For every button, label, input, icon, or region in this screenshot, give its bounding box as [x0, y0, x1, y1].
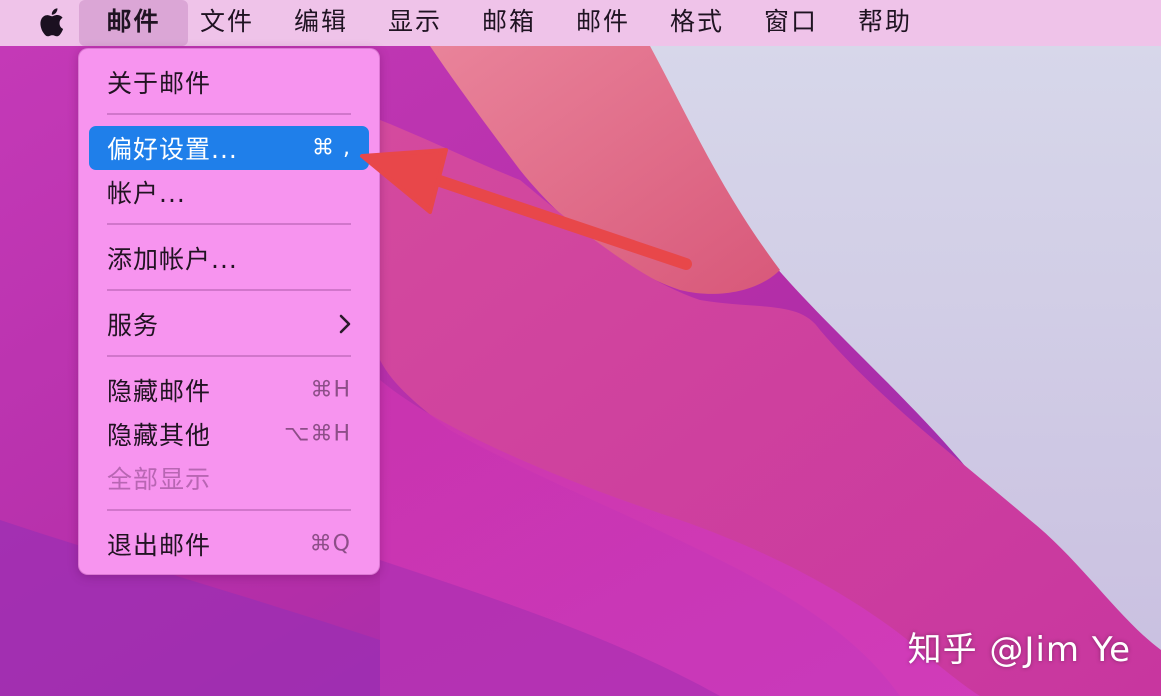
menubar-mailbox[interactable]: 邮箱: [482, 0, 536, 46]
watermark: 知乎 @Jim Ye: [907, 630, 1131, 670]
menu-item-services[interactable]: 服务: [89, 302, 369, 346]
chevron-right-icon: [339, 314, 351, 334]
menu-item-label: 帐户...: [107, 179, 186, 208]
menu-item-label: 隐藏其他: [107, 421, 212, 450]
menu-separator: [107, 509, 351, 511]
menu-item-label: 服务: [107, 311, 160, 340]
menu-item-add-account[interactable]: 添加帐户...: [89, 236, 369, 280]
menu-item-hide-mail[interactable]: 隐藏邮件 ⌘H: [89, 368, 369, 412]
menu-item-hide-others[interactable]: 隐藏其他 ⌥⌘H: [89, 412, 369, 456]
menu-bar: 邮件 文件 编辑 显示 邮箱 邮件 格式 窗口 帮助: [0, 0, 1161, 46]
menubar-edit[interactable]: 编辑: [294, 0, 348, 46]
mail-dropdown-menu: 关于邮件 偏好设置... ⌘ , 帐户... 添加帐户... 服务 隐藏邮件 ⌘…: [78, 48, 380, 575]
menu-separator: [107, 289, 351, 291]
menubar-view[interactable]: 显示: [388, 0, 442, 46]
menubar-help[interactable]: 帮助: [858, 0, 912, 46]
menubar-message[interactable]: 邮件: [576, 0, 630, 46]
menu-item-preferences[interactable]: 偏好设置... ⌘ ,: [89, 126, 369, 170]
menubar-mail[interactable]: 邮件: [79, 0, 188, 46]
menu-separator: [107, 355, 351, 357]
menu-item-quit-mail[interactable]: 退出邮件 ⌘Q: [89, 522, 369, 566]
menu-item-accounts[interactable]: 帐户...: [89, 170, 369, 214]
menubar-format[interactable]: 格式: [670, 0, 724, 46]
menu-item-show-all: 全部显示: [89, 456, 369, 500]
menu-item-shortcut: ⌘H: [310, 377, 351, 403]
menu-separator: [107, 113, 351, 115]
menu-item-label: 隐藏邮件: [107, 377, 212, 406]
menu-item-label: 偏好设置...: [107, 135, 238, 164]
menu-item-shortcut: ⌘Q: [309, 531, 351, 557]
menu-item-shortcut: ⌘ ,: [312, 135, 351, 161]
menu-separator: [107, 223, 351, 225]
menubar-window[interactable]: 窗口: [764, 0, 818, 46]
apple-logo-icon[interactable]: [36, 4, 70, 40]
menu-item-about-mail[interactable]: 关于邮件: [89, 60, 369, 104]
menu-item-shortcut: ⌥⌘H: [284, 421, 351, 447]
menu-item-label: 全部显示: [107, 465, 212, 494]
menu-item-label: 关于邮件: [107, 69, 212, 98]
menubar-file[interactable]: 文件: [200, 0, 254, 46]
menu-item-label: 退出邮件: [107, 531, 212, 560]
menu-item-label: 添加帐户...: [107, 245, 238, 274]
